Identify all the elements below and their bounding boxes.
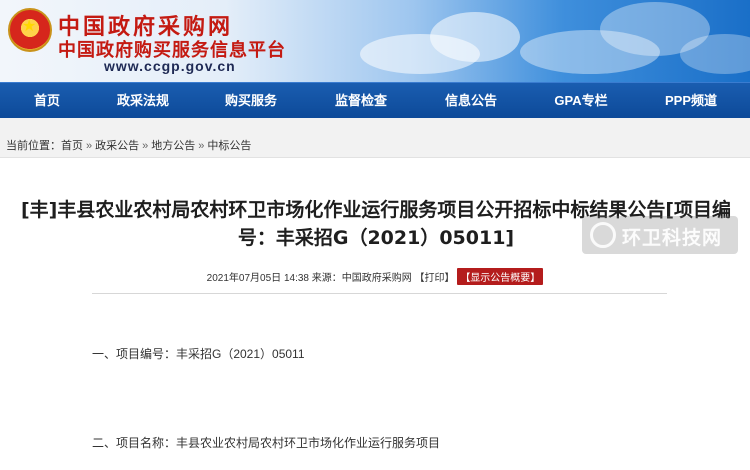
nav-item-supervision[interactable]: 监督检查 xyxy=(328,83,394,119)
nav-item-purchase-services[interactable]: 购买服务 xyxy=(218,83,284,119)
breadcrumb-item-local-notices[interactable]: 地方公告 xyxy=(151,140,195,152)
site-url: www.ccgp.gov.cn xyxy=(104,58,236,74)
banner-cloud xyxy=(680,34,750,74)
breadcrumb-item-home[interactable]: 首页 xyxy=(61,140,83,152)
main-nav: 首页 政采法规 购买服务 监督检查 信息公告 GPA专栏 PPP频道 xyxy=(0,82,750,118)
paragraph-project-number: 一、项目编号：丰采招G（2021）05011 xyxy=(92,347,305,361)
show-summary-button[interactable]: 【显示公告概要】 xyxy=(457,268,544,285)
breadcrumb: 当前位置：首页» 政采公告» 地方公告» 中标公告 xyxy=(0,118,750,158)
article-source: 来源：中国政府采购网 xyxy=(311,273,412,284)
national-emblem-icon[interactable]: ★ xyxy=(8,8,52,52)
breadcrumb-prefix: 当前位置： xyxy=(6,140,61,152)
watermark: 环卫科技网 xyxy=(582,216,738,254)
breadcrumb-separator: » xyxy=(142,140,149,152)
print-link[interactable]: 【打印】 xyxy=(415,273,455,284)
breadcrumb-item-award-notices[interactable]: 中标公告 xyxy=(207,140,251,152)
nav-item-ppp[interactable]: PPP频道 xyxy=(656,83,726,119)
star-icon: ★ xyxy=(22,18,37,35)
nav-item-announcements[interactable]: 信息公告 xyxy=(438,83,504,119)
breadcrumb-separator: » xyxy=(86,140,93,152)
paragraph-project-name: 二、项目名称：丰县农业农村局农村环卫市场化作业运行服务项目 xyxy=(92,436,441,450)
breadcrumb-separator: » xyxy=(198,140,205,152)
banner-cloud xyxy=(430,12,520,62)
nav-item-regulations[interactable]: 政采法规 xyxy=(110,83,176,119)
breadcrumb-item-procurement-notices[interactable]: 政采公告 xyxy=(95,140,139,152)
nav-item-gpa[interactable]: GPA专栏 xyxy=(546,83,616,119)
title-divider xyxy=(92,293,667,294)
watermark-logo-icon xyxy=(590,222,616,248)
publish-date: 2021年07月05日 14:38 xyxy=(206,273,309,284)
article-meta: 2021年07月05日 14:38 来源：中国政府采购网 【打印】 【显示公告概… xyxy=(0,268,750,285)
nav-item-home[interactable]: 首页 xyxy=(14,83,80,119)
watermark-text: 环卫科技网 xyxy=(622,227,723,249)
site-header-banner: ★ 中国政府采购网 中国政府购买服务信息平台 www.ccgp.gov.cn xyxy=(0,0,750,82)
